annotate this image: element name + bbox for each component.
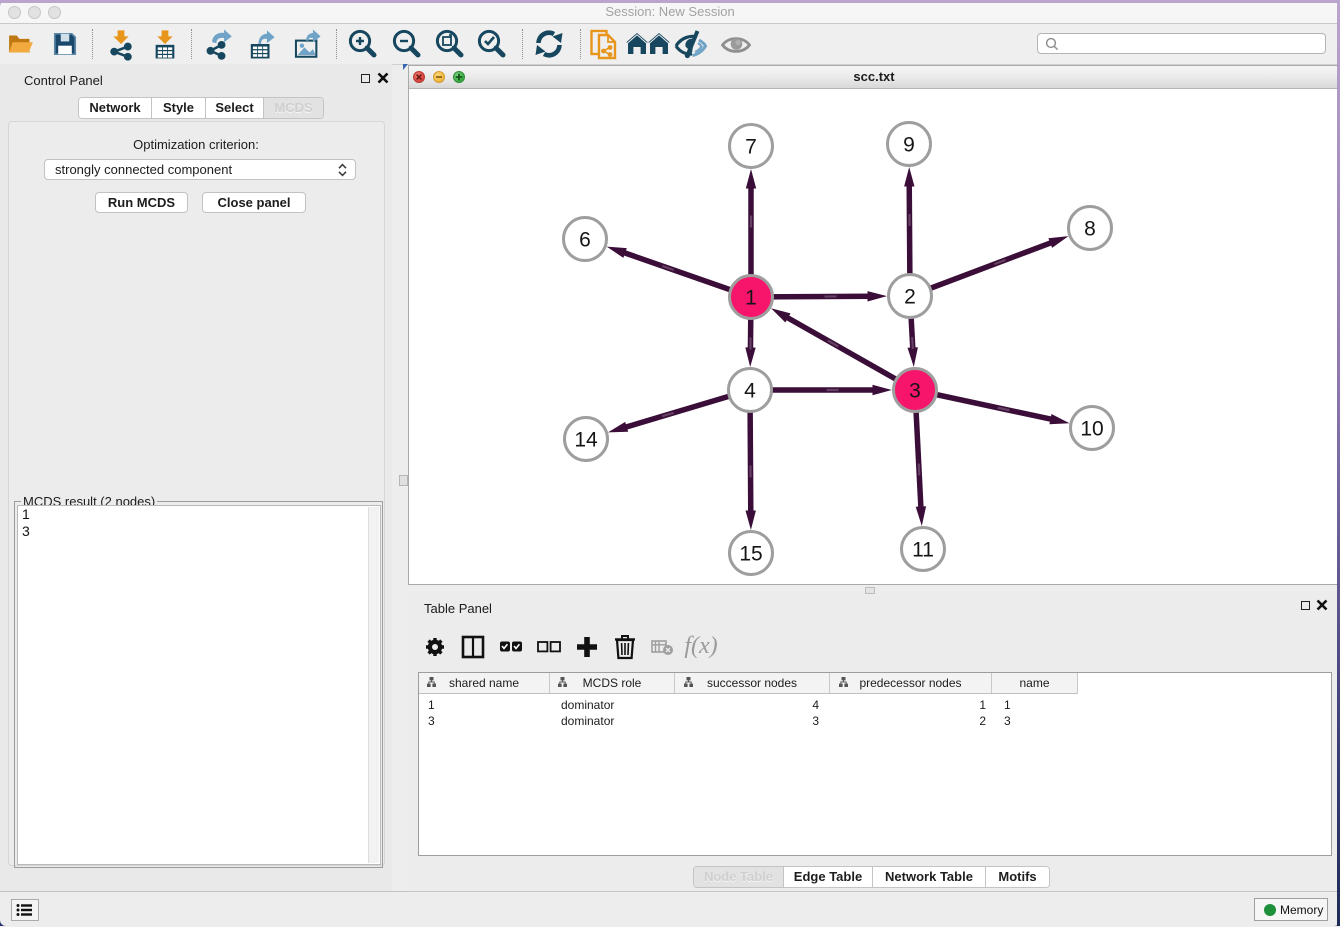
svg-text:15: 15 (739, 543, 762, 566)
svg-text:10: 10 (1080, 418, 1103, 441)
svg-text:2: 2 (904, 286, 916, 309)
svg-text:9: 9 (903, 134, 915, 157)
svg-text:7: 7 (745, 136, 757, 159)
svg-text:14: 14 (574, 429, 598, 452)
svg-text:1: 1 (745, 287, 757, 310)
svg-text:3: 3 (909, 380, 921, 403)
svg-text:8: 8 (1084, 218, 1096, 241)
svg-text:6: 6 (579, 229, 591, 252)
svg-text:11: 11 (912, 539, 934, 562)
svg-text:4: 4 (744, 380, 756, 403)
svg-text:f(x): f(x) (684, 633, 717, 659)
